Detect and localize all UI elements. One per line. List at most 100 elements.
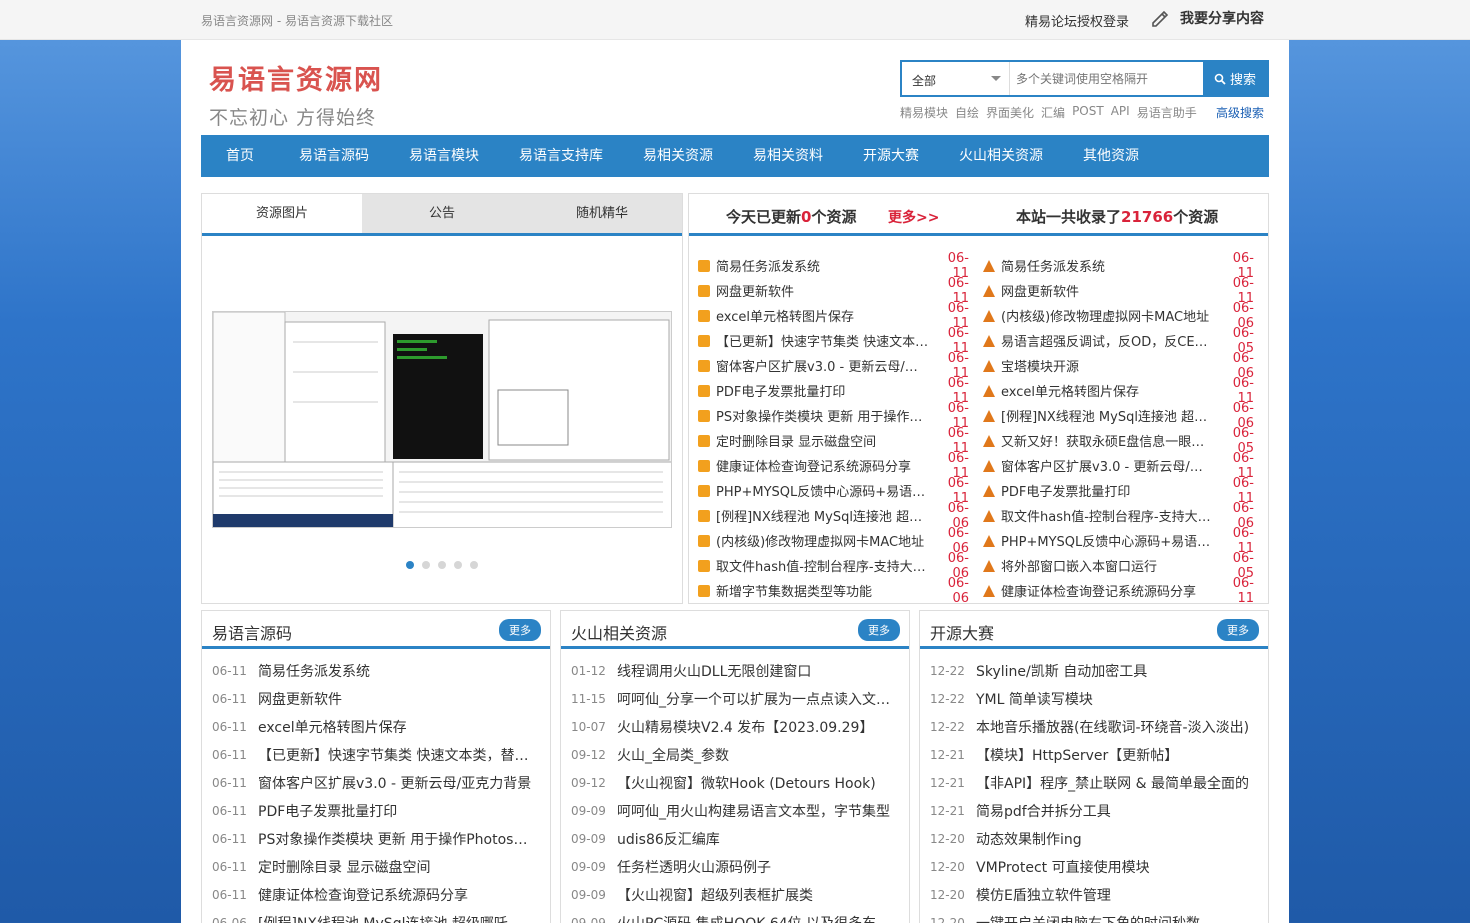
- nav-item-related-resources[interactable]: 易相关资源: [623, 135, 733, 177]
- list-item[interactable]: 06-06 [例程]NX线程池 MySql连接池 超级哪吒: [202, 909, 550, 923]
- list-item-title[interactable]: 取文件hash值-控制台程序-支持大文件: [1001, 506, 1214, 525]
- list-item-title[interactable]: 线程调用火山DLL无限创建窗口: [617, 661, 891, 681]
- carousel-dot[interactable]: [438, 561, 446, 569]
- list-item-title[interactable]: 健康证体检查询登记系统源码分享: [258, 885, 532, 905]
- list-item[interactable]: 易语言超强反调试，反OD，反CE，反调试器06-05: [983, 326, 1254, 356]
- nav-item-related-docs[interactable]: 易相关资料: [733, 135, 843, 177]
- nav-item-home[interactable]: 首页: [201, 135, 279, 177]
- list-item-title[interactable]: 宝塔模块开源: [1001, 356, 1214, 375]
- list-item-title[interactable]: 健康证体检查询登记系统源码分享: [1001, 581, 1214, 600]
- list-item[interactable]: 12-20 VMProtect 可直接使用模块: [920, 853, 1268, 881]
- list-item[interactable]: 06-11 excel单元格转图片保存: [202, 713, 550, 741]
- list-item[interactable]: [例程]NX线程池 MySql连接池 超级哪吒 06-06: [698, 501, 969, 531]
- search-button[interactable]: 搜索: [1203, 62, 1267, 95]
- list-item-title[interactable]: 任务栏透明火山源码例子: [617, 857, 891, 877]
- list-item[interactable]: PDF电子发票批量打印 06-11: [983, 476, 1254, 506]
- list-item[interactable]: 12-20 模仿E盾独立软件管理: [920, 881, 1268, 909]
- hot-keyword[interactable]: API: [1111, 104, 1130, 121]
- list-item[interactable]: 网盘更新软件 06-11: [983, 276, 1254, 306]
- list-item-title[interactable]: 定时删除目录 显示磁盘空间: [716, 431, 929, 450]
- list-item-title[interactable]: 【火山视窗】超级列表框扩展类: [617, 885, 891, 905]
- list-item-title[interactable]: 一键开启关闭电脑右下角的时间秒数: [976, 913, 1250, 923]
- list-item-title[interactable]: excel单元格转图片保存: [258, 717, 532, 737]
- list-item-title[interactable]: 新增字节集数据类型等功能: [716, 581, 929, 600]
- list-item-title[interactable]: PHP+MYSQL反馈中心源码+易语言模块: [716, 481, 929, 500]
- more-button[interactable]: 更多: [858, 619, 900, 641]
- list-item-title[interactable]: udis86反汇编库: [617, 829, 891, 849]
- list-item-title[interactable]: 呵呵仙_用火山构建易语言文本型，字节集型: [617, 801, 891, 821]
- list-item-title[interactable]: 火山精易模块V2.4 发布【2023.09.29】: [617, 717, 891, 737]
- list-item[interactable]: 06-11 PDF电子发票批量打印: [202, 797, 550, 825]
- hot-keyword[interactable]: 自绘: [955, 104, 979, 121]
- list-item-title[interactable]: PS对象操作类模块 更新 用于操作Photoshop: [716, 406, 929, 425]
- list-item-title[interactable]: 定时删除目录 显示磁盘空间: [258, 857, 532, 877]
- list-item[interactable]: [例程]NX线程池 MySql连接池 超级哪吒 06-06: [983, 401, 1254, 431]
- site-name[interactable]: 易语言资源网 - 易语言资源下载社区: [201, 12, 393, 29]
- list-item[interactable]: 12-22 Skyline/凯斯 自动加密工具: [920, 657, 1268, 685]
- list-item[interactable]: 【已更新】快速字节集类 快速文本类，替换...06-11: [698, 326, 969, 356]
- list-item-title[interactable]: [例程]NX线程池 MySql连接池 超级哪吒: [716, 506, 929, 525]
- nav-item-other[interactable]: 其他资源: [1063, 135, 1159, 177]
- list-item-title[interactable]: PDF电子发票批量打印: [258, 801, 532, 821]
- list-item[interactable]: 06-11 PS对象操作类模块 更新 用于操作Photoshop: [202, 825, 550, 853]
- tab-announcements[interactable]: 公告: [362, 194, 522, 233]
- hot-keyword[interactable]: POST: [1072, 104, 1104, 121]
- list-item-title[interactable]: 【模块】HttpServer【更新帖】: [976, 745, 1250, 765]
- list-item[interactable]: 09-09 【火山视窗】超级列表框扩展类: [561, 881, 909, 909]
- hot-keyword[interactable]: 精易模块: [900, 104, 948, 121]
- list-item-title[interactable]: 窗体客户区扩展v3.0 - 更新云母/亚克力背景: [716, 356, 929, 375]
- list-item[interactable]: 06-11 网盘更新软件: [202, 685, 550, 713]
- list-item[interactable]: 12-22 本地音乐播放器(在线歌词-环绕音-淡入淡出): [920, 713, 1268, 741]
- search-category-select[interactable]: 全部: [902, 62, 1010, 95]
- list-item-title[interactable]: 【非API】程序_禁止联网 & 最简单最全面的: [976, 773, 1250, 793]
- list-item-title[interactable]: 【火山视窗】微软Hook (Detours Hook): [617, 773, 891, 793]
- list-item[interactable]: excel单元格转图片保存 06-11: [983, 376, 1254, 406]
- list-item[interactable]: 定时删除目录 显示磁盘空间 06-11: [698, 426, 969, 456]
- list-item-title[interactable]: 取文件hash值-控制台程序-支持大文件: [716, 556, 929, 575]
- list-item[interactable]: 新增字节集数据类型等功能 06-06: [698, 576, 969, 606]
- list-item-title[interactable]: 呵呵仙_分享一个可以扩展为一点点读入文件的: [617, 689, 891, 709]
- list-item[interactable]: excel单元格转图片保存 06-11: [698, 301, 969, 331]
- list-item[interactable]: 窗体客户区扩展v3.0 - 更新云母/亚克力背景06-11: [983, 451, 1254, 481]
- list-item[interactable]: PS对象操作类模块 更新 用于操作Photoshop06-11: [698, 401, 969, 431]
- list-item[interactable]: 简易任务派发系统 06-11: [983, 251, 1254, 281]
- carousel-dot[interactable]: [422, 561, 430, 569]
- list-item-title[interactable]: (内核级)修改物理虚拟网卡MAC地址: [716, 531, 929, 550]
- more-button[interactable]: 更多: [1217, 619, 1259, 641]
- list-item-title[interactable]: 简易任务派发系统: [1001, 256, 1214, 275]
- list-item-title[interactable]: 易语言超强反调试，反OD，反CE，反调试器: [1001, 331, 1214, 350]
- list-item-title[interactable]: PDF电子发票批量打印: [716, 381, 929, 400]
- list-item-title[interactable]: excel单元格转图片保存: [716, 306, 929, 325]
- list-item[interactable]: 06-11 定时删除目录 显示磁盘空间: [202, 853, 550, 881]
- list-item[interactable]: 12-21 【模块】HttpServer【更新帖】: [920, 741, 1268, 769]
- list-item[interactable]: 健康证体检查询登记系统源码分享 06-11: [983, 576, 1254, 606]
- list-item-title[interactable]: 窗体客户区扩展v3.0 - 更新云母/亚克力背景: [258, 773, 532, 793]
- list-item[interactable]: 12-21 简易pdf合并拆分工具: [920, 797, 1268, 825]
- list-item-title[interactable]: 将外部窗口嵌入本窗口运行: [1001, 556, 1214, 575]
- list-item[interactable]: 06-11 健康证体检查询登记系统源码分享: [202, 881, 550, 909]
- list-item-title[interactable]: PDF电子发票批量打印: [1001, 481, 1214, 500]
- list-item[interactable]: 06-11 【已更新】快速字节集类 快速文本类，替换...: [202, 741, 550, 769]
- list-item-title[interactable]: 【已更新】快速字节集类 快速文本类，替换...: [258, 745, 532, 765]
- list-item[interactable]: 06-11 简易任务派发系统: [202, 657, 550, 685]
- list-item-title[interactable]: 网盘更新软件: [258, 689, 532, 709]
- list-item-title[interactable]: 简易任务派发系统: [258, 661, 532, 681]
- list-item[interactable]: PDF电子发票批量打印 06-11: [698, 376, 969, 406]
- more-link[interactable]: 更多>>: [888, 207, 939, 227]
- hot-keyword[interactable]: 汇编: [1041, 104, 1065, 121]
- hot-keyword[interactable]: 界面美化: [986, 104, 1034, 121]
- list-item-title[interactable]: 又新又好！获取永硕E盘信息一眼看清: [1001, 431, 1214, 450]
- list-item[interactable]: 又新又好！获取永硕E盘信息一眼看清 06-05: [983, 426, 1254, 456]
- list-item[interactable]: 取文件hash值-控制台程序-支持大文件 06-06: [983, 501, 1254, 531]
- search-input[interactable]: [1010, 62, 1203, 95]
- list-item[interactable]: 健康证体检查询登记系统源码分享 06-11: [698, 451, 969, 481]
- list-item-title[interactable]: 网盘更新软件: [716, 281, 929, 300]
- carousel-dot[interactable]: [470, 561, 478, 569]
- list-item-title[interactable]: 火山PC源码 集成HOOK 64位 以及很多东: [617, 913, 891, 923]
- list-item[interactable]: 简易任务派发系统 06-11: [698, 251, 969, 281]
- tab-random-featured[interactable]: 随机精华: [522, 194, 682, 233]
- list-item[interactable]: 09-12 火山_全局类_参数: [561, 741, 909, 769]
- list-item[interactable]: 12-22 YML 简单读写模块: [920, 685, 1268, 713]
- list-item[interactable]: PHP+MYSQL反馈中心源码+易语言模块 06-11: [983, 526, 1254, 556]
- list-item-title[interactable]: 火山_全局类_参数: [617, 745, 891, 765]
